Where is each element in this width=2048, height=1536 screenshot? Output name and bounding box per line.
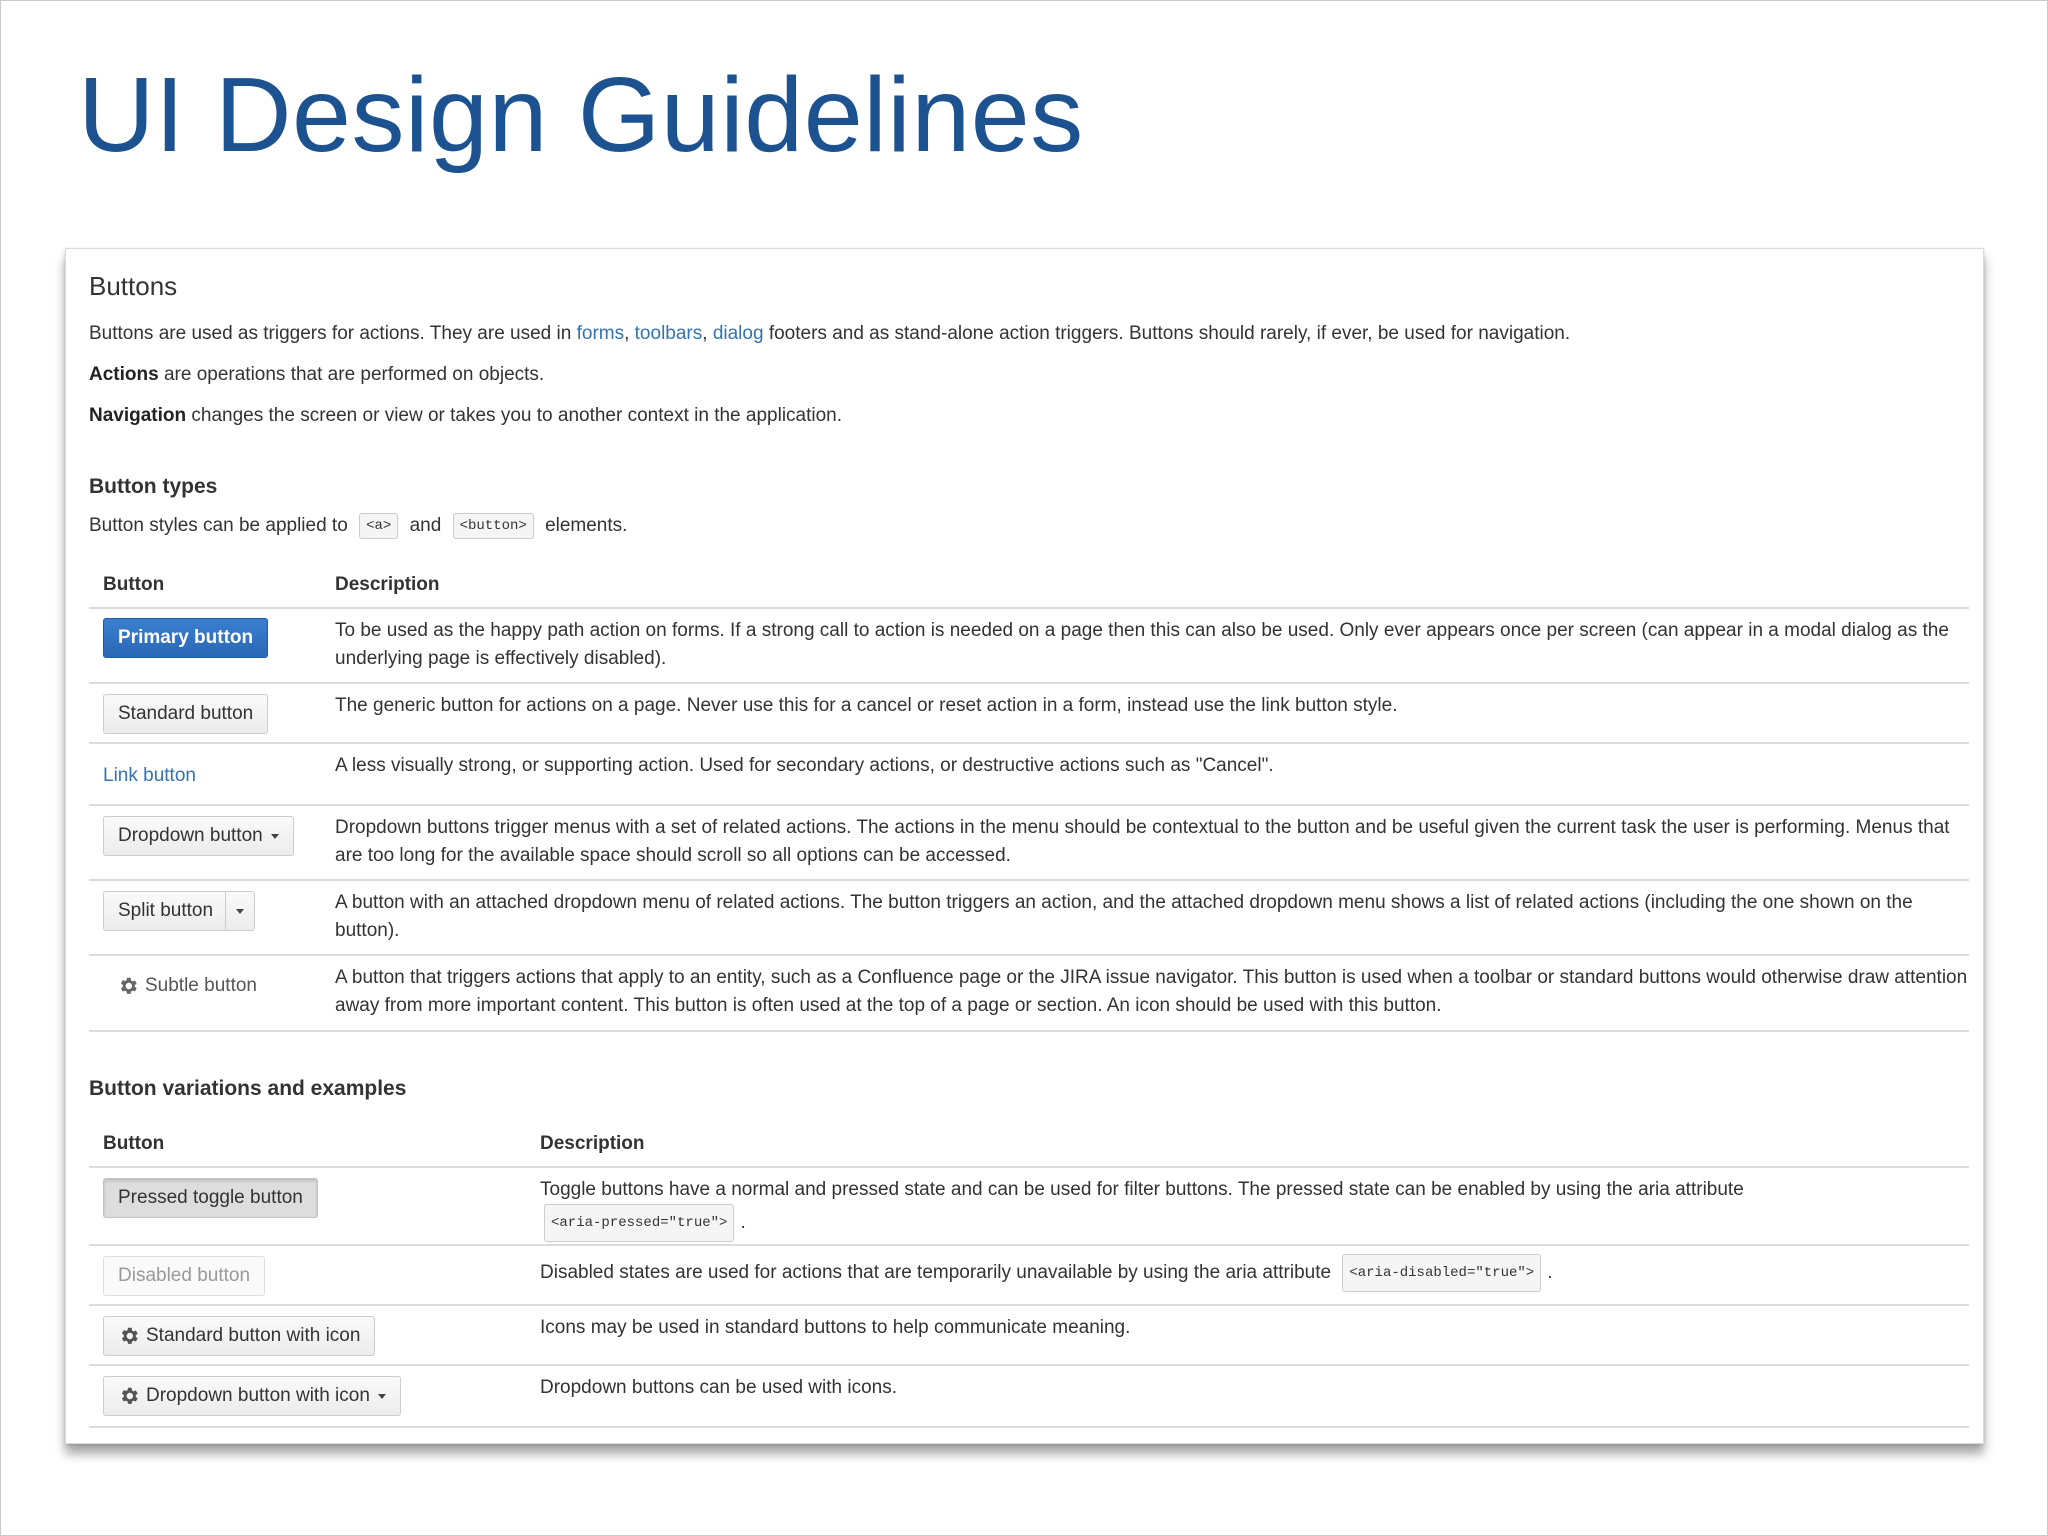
dropdown-button-with-icon[interactable]: Dropdown button with icon <box>103 1376 401 1416</box>
split-button[interactable]: Split button <box>103 891 256 931</box>
types-col-description: Description <box>335 574 440 595</box>
split-divider <box>225 892 227 930</box>
link-toolbars[interactable]: toolbars <box>635 323 703 344</box>
row-description: Dropdown buttons trigger menus with a se… <box>335 817 1950 866</box>
table-row: Link button A less visually strong, or s… <box>89 742 1969 806</box>
standard-button-with-icon[interactable]: Standard button with icon <box>103 1316 376 1356</box>
code-aria-disabled: <aria-disabled="true"> <box>1342 1254 1542 1292</box>
chevron-down-icon <box>377 1393 386 1399</box>
split-button-label: Split button <box>118 900 214 921</box>
row-description: A button with an attached dropdown menu … <box>335 892 1913 941</box>
dropdown-button-label: Dropdown button <box>118 825 263 846</box>
table-row: Split button A button with an attached d… <box>89 879 1969 956</box>
row-description-tail: . <box>740 1212 746 1234</box>
intro-comma: , <box>624 323 635 344</box>
intro-comma: , <box>702 323 713 344</box>
row-description-text: Toggle buttons have a normal and pressed… <box>540 1179 1744 1200</box>
primary-button[interactable]: Primary button <box>103 618 269 658</box>
navigation-text: changes the screen or view or takes you … <box>186 405 843 426</box>
row-description: A less visually strong, or supporting ac… <box>335 755 1274 776</box>
subtle-button[interactable]: Subtle button <box>103 966 271 1006</box>
row-description-text: Disabled states are used for actions tha… <box>540 1262 1332 1284</box>
row-description: The generic button for actions on a page… <box>335 695 1398 716</box>
button-types-heading: Button types <box>89 475 218 498</box>
row-description: To be used as the happy path action on f… <box>335 620 1949 669</box>
intro-text-after: footers and as stand-alone action trigge… <box>763 323 1571 344</box>
applied-text: Button styles can be applied to <box>89 515 348 537</box>
navigation-term: Navigation <box>89 405 187 426</box>
section-heading-buttons: Buttons <box>89 271 178 301</box>
pressed-toggle-button[interactable]: Pressed toggle button <box>103 1178 318 1218</box>
code-a-tag: <a> <box>359 513 399 539</box>
table-row: Dropdown button with icon Dropdown butto… <box>89 1364 1969 1428</box>
table-row: Subtle button A button that triggers act… <box>89 954 1969 1032</box>
code-button-tag: <button> <box>452 513 534 539</box>
subtle-button-label: Subtle button <box>145 975 257 996</box>
row-description: Disabled states are used for actions tha… <box>540 1254 1960 1292</box>
row-description: Icons may be used in standard buttons to… <box>540 1317 1131 1338</box>
row-description: Toggle buttons have a normal and pressed… <box>540 1176 1960 1242</box>
row-description: A button that triggers actions that appl… <box>335 967 1968 1016</box>
table-row: Pressed toggle button Toggle buttons hav… <box>89 1166 1969 1246</box>
navigation-paragraph: Navigation changes the screen or view or… <box>89 405 842 427</box>
gear-icon <box>120 977 137 994</box>
actions-paragraph: Actions are operations that are performe… <box>89 364 544 386</box>
table-row: Standard button The generic button for a… <box>89 682 1969 744</box>
table-row: Dropdown button Dropdown buttons trigger… <box>89 804 1969 881</box>
gear-icon <box>121 1327 138 1344</box>
dropdown-button-with-icon-label: Dropdown button with icon <box>146 1385 370 1406</box>
link-dialog[interactable]: dialog <box>713 323 764 344</box>
table-row: Primary button To be used as the happy p… <box>89 607 1969 684</box>
link-forms[interactable]: forms <box>577 323 625 344</box>
actions-term: Actions <box>89 364 159 385</box>
chevron-down-icon[interactable] <box>236 908 245 914</box>
table-row: Disabled button Disabled states are used… <box>89 1244 1969 1306</box>
standard-button-with-icon-label: Standard button with icon <box>146 1325 361 1346</box>
link-button[interactable]: Link button <box>103 756 196 796</box>
actions-text: are operations that are performed on obj… <box>158 364 545 385</box>
dropdown-button[interactable]: Dropdown button <box>103 816 294 856</box>
variations-heading: Button variations and examples <box>89 1077 407 1100</box>
row-description: Dropdown buttons can be used with icons. <box>540 1377 897 1398</box>
table-row: Standard button with icon Icons may be u… <box>89 1304 1969 1366</box>
types-col-button: Button <box>103 574 165 595</box>
variations-col-description: Description <box>540 1133 645 1154</box>
intro-text-before: Buttons are used as triggers for actions… <box>89 323 577 344</box>
code-aria-pressed: <aria-pressed="true"> <box>544 1204 735 1242</box>
applied-and-text: and <box>409 515 442 537</box>
disabled-button: Disabled button <box>103 1256 266 1296</box>
gear-icon <box>121 1387 138 1404</box>
standard-button[interactable]: Standard button <box>103 694 269 734</box>
applied-after-text: elements. <box>545 515 628 537</box>
chevron-down-icon <box>270 833 279 839</box>
button-styles-paragraph: Button styles can be applied to <a> and … <box>89 513 627 539</box>
intro-paragraph: Buttons are used as triggers for actions… <box>89 323 1570 345</box>
guidelines-screenshot-panel: Buttons Buttons are used as triggers for… <box>65 248 1984 1444</box>
variations-col-button: Button <box>103 1133 165 1154</box>
row-description-tail: . <box>1547 1262 1553 1284</box>
slide-title: UI Design Guidelines <box>78 56 1084 174</box>
